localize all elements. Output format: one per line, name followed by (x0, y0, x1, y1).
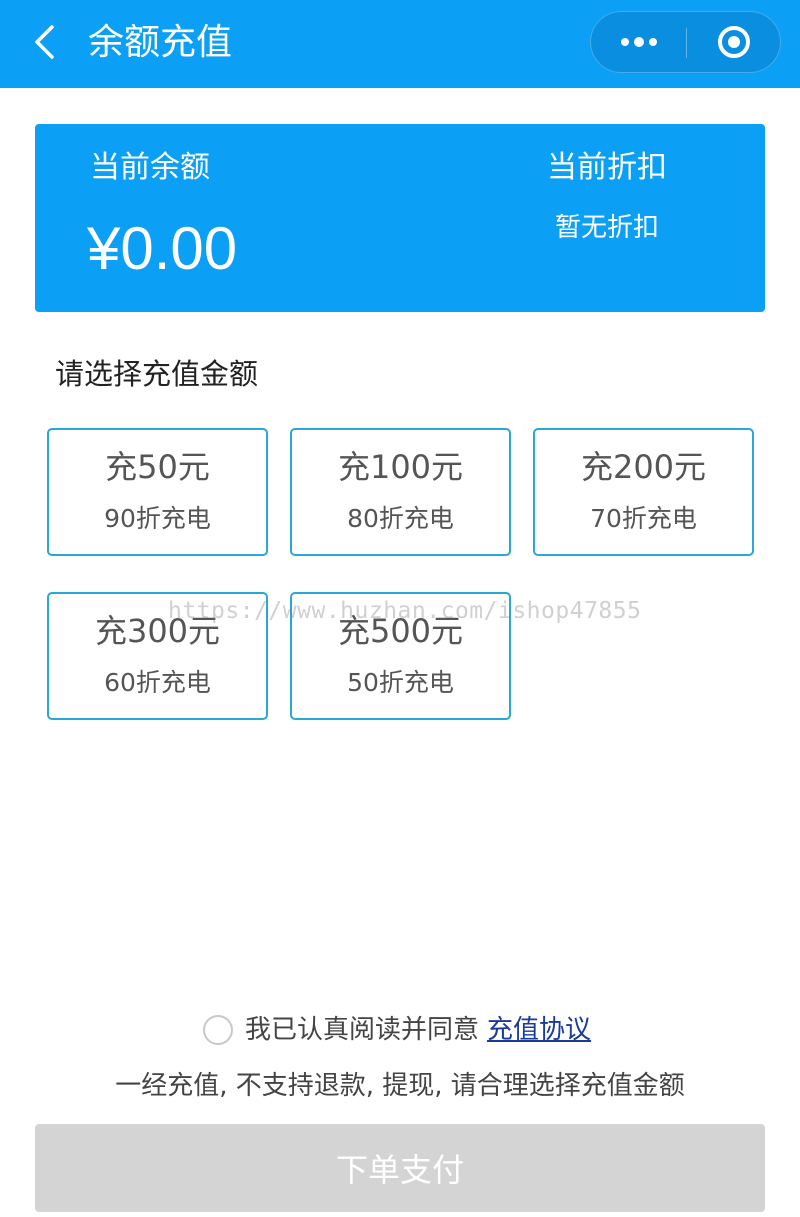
option-rate: 60折充电 (104, 668, 211, 697)
option-rate: 70折充电 (590, 504, 697, 533)
back-button[interactable] (22, 20, 66, 64)
mini-program-capsule (590, 11, 781, 73)
refund-notice: 一经充值, 不支持退款, 提现, 请合理选择充值金额 (115, 1071, 685, 1101)
section-title: 请选择充值金额 (55, 357, 259, 391)
recharge-option[interactable]: 充100元 80折充电 (290, 428, 511, 556)
option-amount: 充200元 (580, 448, 707, 486)
agreement-radio[interactable] (203, 1015, 233, 1045)
watermark-text: https://www.huzhan.com/ishop47855 (168, 598, 642, 624)
target-icon (718, 26, 750, 58)
option-rate: 50折充电 (347, 668, 454, 697)
discount-value: 暂无折扣 (555, 213, 660, 243)
agreement-link[interactable]: 充值协议 (487, 1012, 591, 1048)
close-mini-program-button[interactable] (687, 12, 781, 72)
more-dots-icon (620, 37, 657, 47)
navbar: 余额充值 (0, 0, 800, 88)
option-amount: 充100元 (337, 448, 464, 486)
recharge-option[interactable]: 充200元 70折充电 (533, 428, 754, 556)
balance-amount: ¥0.00 (87, 215, 238, 282)
option-rate: 80折充电 (347, 504, 454, 533)
more-button[interactable] (591, 12, 686, 72)
chevron-left-icon (35, 25, 54, 59)
page-title: 余额充值 (88, 22, 233, 63)
pay-button[interactable]: 下单支付 (35, 1124, 765, 1212)
balance-label: 当前余额 (90, 150, 210, 185)
agreement-row: 我已认真阅读并同意 充值协议 (203, 1010, 591, 1050)
recharge-option[interactable]: 充50元 90折充电 (47, 428, 268, 556)
agreement-text: 我已认真阅读并同意 (245, 1015, 480, 1045)
balance-card: 当前余额 ¥0.00 当前折扣 暂无折扣 (35, 124, 765, 312)
discount-label: 当前折扣 (547, 150, 667, 185)
option-amount: 充50元 (105, 448, 210, 486)
option-rate: 90折充电 (104, 504, 211, 533)
